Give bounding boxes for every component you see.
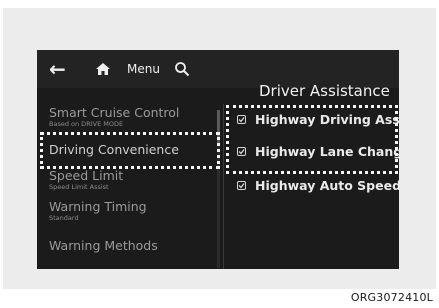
option-label: Highway Auto Speed... <box>255 177 399 193</box>
menu-item-smart-cruise-control[interactable]: Smart Cruise Control Based on DRIVE MODE <box>49 106 179 129</box>
menu-item-label: Smart Cruise Control <box>49 105 180 120</box>
menu-item-driving-convenience[interactable]: Driving Convenience <box>49 143 179 157</box>
panel-divider <box>223 104 224 269</box>
option-highway-auto-speed[interactable]: Highway Auto Speed... <box>237 176 399 194</box>
settings-menu: Smart Cruise Control Based on DRIVE MODE… <box>37 104 223 269</box>
checkbox-checked-icon[interactable] <box>237 114 246 124</box>
menu-button[interactable]: Menu <box>127 55 160 83</box>
menu-item-label: Warning Methods <box>49 238 158 253</box>
back-arrow-icon[interactable]: ← <box>49 55 75 83</box>
menu-item-label: Speed Limit <box>49 168 124 183</box>
checkbox-checked-icon[interactable] <box>237 180 246 190</box>
menu-item-sublabel: Speed Limit Assist <box>49 183 109 191</box>
menu-item-label: Driving Convenience <box>49 142 179 157</box>
home-icon[interactable] <box>91 55 115 83</box>
option-label: Highway Driving Assist <box>255 111 399 127</box>
menu-item-label: Warning Timing <box>49 199 147 214</box>
menu-item-sublabel: Standard <box>49 214 79 222</box>
figure-code: ORG3072410L <box>350 291 433 304</box>
menu-item-warning-methods[interactable]: Warning Methods <box>49 239 158 253</box>
scrollbar-thumb[interactable] <box>217 110 220 146</box>
menu-item-warning-timing[interactable]: Warning Timing Standard <box>49 200 147 223</box>
search-icon[interactable] <box>171 55 193 83</box>
menu-item-speed-limit[interactable]: Speed Limit Speed Limit Assist <box>49 169 123 192</box>
infotainment-screen: ← Menu Driver Assistance Smart Cruise Co… <box>37 50 399 269</box>
option-highway-driving-assist[interactable]: Highway Driving Assist <box>237 110 399 128</box>
checkbox-checked-icon[interactable] <box>237 146 246 156</box>
menu-item-sublabel: Based on DRIVE MODE <box>49 120 124 128</box>
page-title: Driver Assistance <box>259 82 390 100</box>
option-highway-lane-change[interactable]: Highway Lane Change... <box>237 142 399 160</box>
option-label: Highway Lane Change... <box>255 143 399 159</box>
